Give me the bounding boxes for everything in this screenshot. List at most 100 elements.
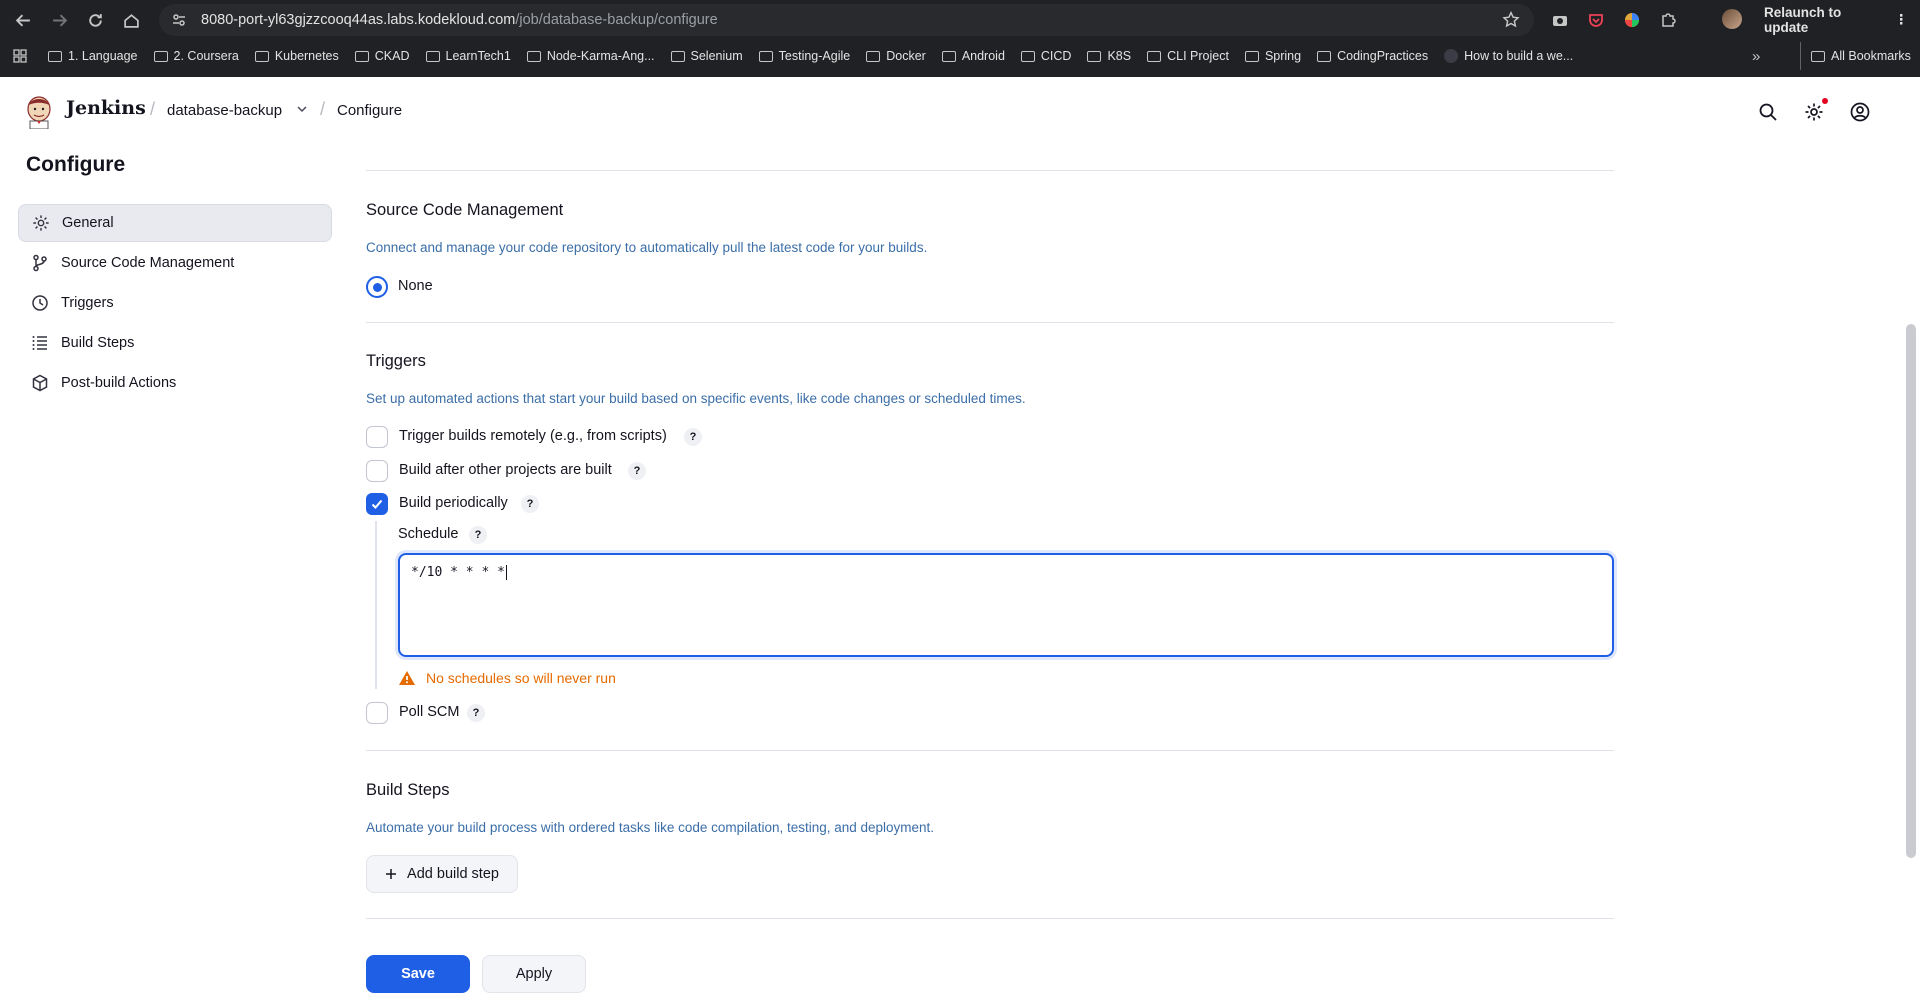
more-vert-icon: ⋮ <box>1894 12 1909 27</box>
help-icon[interactable]: ? <box>628 462 646 480</box>
help-icon[interactable]: ? <box>521 495 539 513</box>
section-divider <box>366 170 1614 171</box>
section-divider <box>366 750 1614 751</box>
search-icon[interactable] <box>1757 101 1779 123</box>
sidebar-item-build-steps[interactable]: Build Steps <box>18 324 332 362</box>
schedule-label: Schedule <box>398 526 459 542</box>
text-caret <box>505 565 507 580</box>
all-bookmarks-button[interactable]: All Bookmarks <box>1800 42 1911 70</box>
jenkins-brand[interactable]: Jenkins <box>66 97 146 119</box>
schedule-textarea[interactable]: */10 * * * * <box>398 553 1614 657</box>
folder-icon <box>758 50 773 62</box>
bookmark-item[interactable]: How to build a we... <box>1436 49 1581 63</box>
bookmark-item[interactable]: Testing-Agile <box>751 49 859 63</box>
breadcrumb-configure[interactable]: Configure <box>337 102 402 119</box>
build-after-other-label[interactable]: Build after other projects are built <box>399 462 612 478</box>
poll-scm-label[interactable]: Poll SCM <box>399 704 459 720</box>
user-account-icon[interactable] <box>1849 101 1871 123</box>
apps-grid-icon[interactable] <box>0 49 40 63</box>
poll-scm-checkbox[interactable] <box>366 702 388 724</box>
help-icon[interactable]: ? <box>467 704 485 722</box>
pocket-icon[interactable] <box>1586 10 1606 30</box>
sidebar-item-scm[interactable]: Source Code Management <box>18 244 332 282</box>
sidebar-item-label: Source Code Management <box>61 255 235 271</box>
site-info-icon[interactable] <box>167 8 191 32</box>
warning-triangle-icon <box>399 671 415 685</box>
bookmark-item[interactable]: Kubernetes <box>247 49 347 63</box>
site-favicon-icon <box>1444 49 1459 63</box>
nested-section-bar <box>375 521 377 689</box>
sidebar-item-label: Triggers <box>61 295 114 311</box>
manage-gear-icon[interactable] <box>1803 101 1825 123</box>
bookmark-item[interactable]: Selenium <box>663 49 751 63</box>
puzzle-icon[interactable] <box>1658 10 1678 30</box>
extension-icons <box>1550 6 1678 34</box>
bookmark-item[interactable]: CLI Project <box>1139 49 1237 63</box>
build-periodically-checkbox[interactable] <box>366 493 388 515</box>
sidebar-item-label: Build Steps <box>61 335 135 351</box>
folder-icon <box>153 50 168 62</box>
save-button[interactable]: Save <box>366 955 470 993</box>
folder-icon <box>1147 50 1162 62</box>
folder-icon <box>1317 50 1332 62</box>
bookmark-item[interactable]: LearnTech1 <box>418 49 519 63</box>
build-periodically-label[interactable]: Build periodically <box>399 495 508 511</box>
page-scrollbar[interactable] <box>1906 324 1916 858</box>
folder-icon <box>526 50 541 62</box>
help-icon[interactable]: ? <box>469 526 487 544</box>
folder-icon <box>1020 50 1035 62</box>
bookmark-item[interactable]: CICD <box>1013 49 1080 63</box>
folder-icon <box>354 50 369 62</box>
scm-section-description: Connect and manage your code repository … <box>366 240 928 255</box>
section-divider <box>366 322 1614 323</box>
chevron-down-icon[interactable] <box>296 102 308 120</box>
sidebar-item-general[interactable]: General <box>18 204 332 242</box>
bookmark-item[interactable]: Android <box>934 49 1013 63</box>
profile-avatar[interactable] <box>1722 9 1742 29</box>
scm-none-label[interactable]: None <box>398 278 433 294</box>
folder-icon <box>1087 50 1102 62</box>
bookmark-item[interactable]: CodingPractices <box>1309 49 1436 63</box>
schedule-value: */10 * * * * <box>411 565 505 580</box>
help-icon[interactable]: ? <box>684 428 702 446</box>
bookmark-star-icon[interactable] <box>1502 10 1520 34</box>
bookmark-item[interactable]: Node-Karma-Ang... <box>519 49 663 63</box>
back-button[interactable] <box>5 2 41 38</box>
bookmark-item[interactable]: K8S <box>1079 49 1139 63</box>
camera-icon[interactable] <box>1550 10 1570 30</box>
scm-none-radio[interactable] <box>366 276 388 298</box>
home-icon <box>123 13 139 28</box>
bookmark-item[interactable]: Docker <box>858 49 934 63</box>
trigger-remote-checkbox[interactable] <box>366 426 388 448</box>
bookmark-item[interactable]: CKAD <box>347 49 418 63</box>
folder-icon <box>1244 50 1259 62</box>
folder-icon <box>941 50 956 62</box>
page-title: Configure <box>26 153 126 176</box>
schedule-warning: No schedules so will never run <box>398 670 616 686</box>
list-icon <box>30 333 50 353</box>
color-wheel-icon[interactable] <box>1622 10 1642 30</box>
bookmark-item[interactable]: Spring <box>1237 49 1309 63</box>
breadcrumb-separator: / <box>320 99 326 119</box>
relaunch-button[interactable]: Relaunch to update ⋮ <box>1752 5 1920 35</box>
reload-icon <box>88 13 102 27</box>
sidebar-item-triggers[interactable]: Triggers <box>18 284 332 322</box>
add-build-step-button[interactable]: Add build step <box>366 855 518 893</box>
reload-button[interactable] <box>77 2 113 38</box>
notification-dot <box>1822 98 1828 104</box>
forward-button[interactable] <box>41 2 77 38</box>
trigger-remote-label[interactable]: Trigger builds remotely (e.g., from scri… <box>399 428 667 444</box>
bookmark-item[interactable]: 2. Coursera <box>146 49 247 63</box>
branch-icon <box>30 253 50 273</box>
address-bar[interactable]: 8080-port-yl63gjzzcooq44as.labs.kodeklou… <box>159 4 1534 36</box>
sidebar-item-post-build[interactable]: Post-build Actions <box>18 364 332 402</box>
bottom-app-bar <box>0 938 1920 1007</box>
bookmarks-overflow-button[interactable]: » <box>1752 42 1760 70</box>
home-button[interactable] <box>113 2 149 38</box>
jenkins-logo-icon[interactable] <box>24 93 54 129</box>
bookmark-item[interactable]: 1. Language <box>40 49 146 63</box>
apply-button[interactable]: Apply <box>482 955 586 993</box>
breadcrumb-job[interactable]: database-backup <box>167 102 282 119</box>
folder-icon <box>48 50 62 62</box>
build-after-other-checkbox[interactable] <box>366 460 388 482</box>
